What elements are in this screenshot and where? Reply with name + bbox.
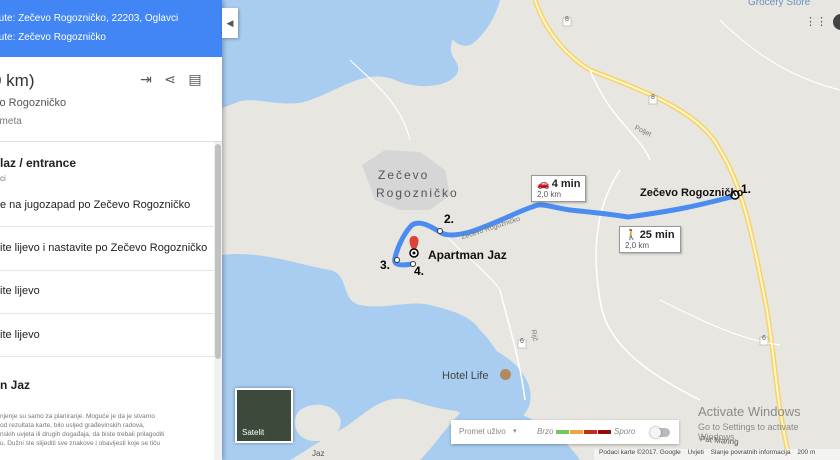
scroll-thumb[interactable] [215,144,221,359]
road-marker-6b: 6 [520,338,524,345]
step-divider [0,226,214,227]
grocery-label[interactable]: Grocery Store [748,0,810,8]
traffic-now[interactable]: Promet uživo [459,427,506,436]
traffic-fast: Brzo [537,427,554,436]
walk-icon: 🚶 [625,230,638,241]
waypoint-2 [437,228,443,234]
walk-time: 25 min [639,229,675,241]
walk-callout[interactable]: 🚶 25 min 2,0 km [619,226,681,253]
map-footer: Podaci karte ©2017. Google Uvjeti Slanje… [594,449,840,460]
panel-scrollbar[interactable] [214,142,222,460]
footer-copyright: Podaci karte ©2017. Google [599,449,681,456]
destination-label[interactable]: Apartman Jaz [428,248,507,262]
traffic-bar-red [584,430,597,434]
car-distance: 2,0 km [537,190,562,199]
route-from[interactable]: ke rute: Zečevo Rogozničko, 22203, Oglav… [0,13,222,24]
marker-2: 2. [444,212,455,226]
start-label[interactable]: Zečevo Rogozničko [640,187,743,199]
disclaimer: njenje su samo za planiranje. Moguće je … [0,412,210,448]
road-marker-8-a: 8 [565,16,569,23]
open-icon[interactable]: ⇥ [138,71,154,87]
waypoint-3 [394,257,400,263]
route-summary: 0 km) vo Rogozničko ometa ⇥ ⋖ ▤ [0,57,222,142]
traffic-bar-darkred [598,430,611,434]
step-heading[interactable]: laz / entrance [0,156,214,170]
disclaimer-line: od rezultata karte, bilo usljed građevin… [0,422,145,429]
traffic-bar-orange [570,430,583,434]
summary-note: ometa [0,116,22,127]
step-divider [0,313,214,314]
step-divider [0,270,214,271]
car-callout[interactable]: 🚗 4 min 2,0 km [531,175,587,202]
step-4[interactable]: ite lijevo [0,329,214,341]
traffic-slow: Sporo [614,427,636,436]
car-icon: 🚗 [537,179,550,190]
collapse-panel-button[interactable]: ◀ [222,8,238,38]
traffic-dropdown-icon[interactable]: ▾ [513,427,517,435]
watermark-sub: Go to Settings to activate Windows. [698,422,799,442]
traffic-panel[interactable]: Promet uživo ▾ Brzo Sporo [451,420,679,444]
panel-header: ke rute: Zečevo Rogozničko, 22203, Oglav… [0,0,222,57]
share-icon[interactable]: ⋖ [162,71,178,87]
step-3[interactable]: ite lijevo [0,285,214,297]
place-label-line1: Zečevo [378,168,430,182]
directions-panel: ke rute: Zečevo Rogozničko, 22203, Oglav… [0,0,222,460]
road-marker-6: 6 [762,335,766,342]
satellite-toggle[interactable]: Satelit [235,388,293,443]
map-root: 8 8 6 6 Rijč Zečevo Rogozničko Zečevo Ro… [0,0,840,460]
disclaimer-line: njenje su samo za planiranje. Moguće je … [0,413,156,420]
footer-terms[interactable]: Uvjeti [688,449,704,456]
jaz-label: Jaz [312,449,325,458]
satellite-label: Satelit [242,428,265,437]
traffic-toggle[interactable] [650,427,670,438]
summary-destination: vo Rogozničko [0,97,67,109]
marker-3: 3. [380,258,391,272]
walk-distance: 2,0 km [625,241,650,250]
footer-scale: 200 m [797,449,816,456]
step-1[interactable]: e na jugozapad po Zečevo Rogozničko [0,199,214,211]
marker-4: 4. [414,264,425,278]
route-to[interactable]: ke rute: Zečevo Rogozničko [0,32,222,43]
step-sub: ci [0,174,6,183]
hotel-icon[interactable] [500,369,511,380]
footer-report[interactable]: Slanje povratnih informacija [711,449,791,456]
step-divider [0,356,214,357]
step-2[interactable]: ite lijevo i nastavite po Zečevo Rogozni… [0,242,214,254]
hotel-label[interactable]: Hotel Life [442,370,488,382]
place-label-line2: Rogozničko [376,186,459,200]
print-icon[interactable]: ▤ [187,71,203,87]
traffic-bar-green [556,430,569,434]
car-time: 4 min [551,178,581,190]
watermark-title: Activate Windows [698,404,801,419]
disclaimer-line: u. Dužni ste slijediti sve znakove i oba… [0,440,161,447]
road-marker-8-b: 8 [651,94,655,101]
disclaimer-line: nskih uvjeta ili drugih događaja, da bis… [0,431,165,438]
apps-grid-icon[interactable]: ⋮⋮ [805,16,827,28]
step-destination[interactable]: n Jaz [0,378,214,392]
